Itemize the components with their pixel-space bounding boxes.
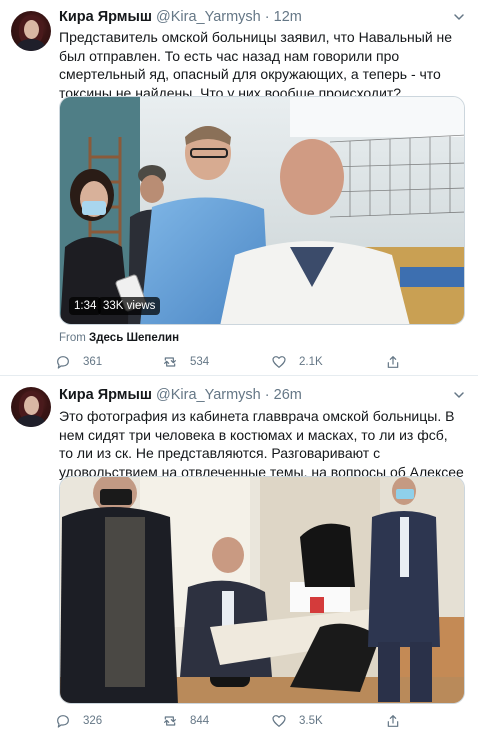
tweet-actions: 361 534 2.1K: [55, 352, 405, 372]
tweet-photo[interactable]: [59, 476, 465, 704]
share-button[interactable]: [385, 711, 401, 731]
timestamp[interactable]: 12m: [274, 9, 302, 25]
like-count: 3.5K: [299, 715, 323, 727]
chevron-down-icon[interactable]: [453, 11, 465, 23]
video-player[interactable]: 1:34 33K views: [59, 96, 465, 325]
retweet-count: 534: [190, 356, 210, 368]
avatar[interactable]: [11, 387, 51, 427]
like-button[interactable]: 2.1K: [271, 352, 323, 372]
share-icon: [387, 356, 399, 368]
video-thumbnail: [60, 97, 464, 324]
tweet-actions: 326 844 3.5K: [55, 711, 405, 731]
heart-icon: [272, 356, 286, 368]
reply-icon: [57, 715, 69, 728]
avatar[interactable]: [11, 11, 51, 51]
separator-dot: ·: [264, 387, 270, 403]
separator-dot: ·: [264, 9, 270, 25]
tweet[interactable]: Кира Ярмыш @Kira_Yarmysh · 26m Это фотог…: [0, 376, 478, 741]
timestamp[interactable]: 26m: [274, 387, 302, 403]
reply-button[interactable]: 326: [55, 711, 102, 731]
tweet-header: Кира Ярмыш @Kira_Yarmysh · 26m: [59, 387, 302, 405]
video-views: 33K views: [98, 297, 161, 315]
author-name[interactable]: Кира Ярмыш: [59, 9, 152, 25]
share-button[interactable]: [385, 352, 401, 372]
retweet-icon: [164, 716, 176, 726]
chevron-down-icon[interactable]: [453, 389, 465, 401]
source-name[interactable]: Здесь Шепелин: [89, 332, 179, 344]
author-handle[interactable]: @Kira_Yarmysh: [156, 9, 261, 25]
retweet-icon: [164, 357, 176, 367]
retweet-count: 844: [190, 715, 210, 727]
share-icon: [387, 715, 399, 727]
retweet-button[interactable]: 534: [162, 352, 209, 372]
photo-image: [60, 477, 464, 703]
reply-count: 361: [83, 356, 103, 368]
retweet-button[interactable]: 844: [162, 711, 209, 731]
tweet-header: Кира Ярмыш @Kira_Yarmysh · 12m: [59, 9, 302, 27]
like-count: 2.1K: [299, 356, 323, 368]
tweet[interactable]: Кира Ярмыш @Kira_Yarmysh · 12m Представи…: [0, 0, 478, 376]
video-duration: 1:34: [69, 297, 102, 315]
video-source: From Здесь Шепелин: [59, 332, 179, 344]
author-handle[interactable]: @Kira_Yarmysh: [156, 387, 261, 403]
reply-button[interactable]: 361: [55, 352, 102, 372]
reply-icon: [57, 356, 69, 369]
author-name[interactable]: Кира Ярмыш: [59, 387, 152, 403]
tweet-text: Представитель омской больницы заявил, чт…: [59, 29, 453, 101]
source-prefix: From: [59, 332, 86, 344]
like-button[interactable]: 3.5K: [271, 711, 323, 731]
reply-count: 326: [83, 715, 103, 727]
heart-icon: [272, 715, 286, 727]
